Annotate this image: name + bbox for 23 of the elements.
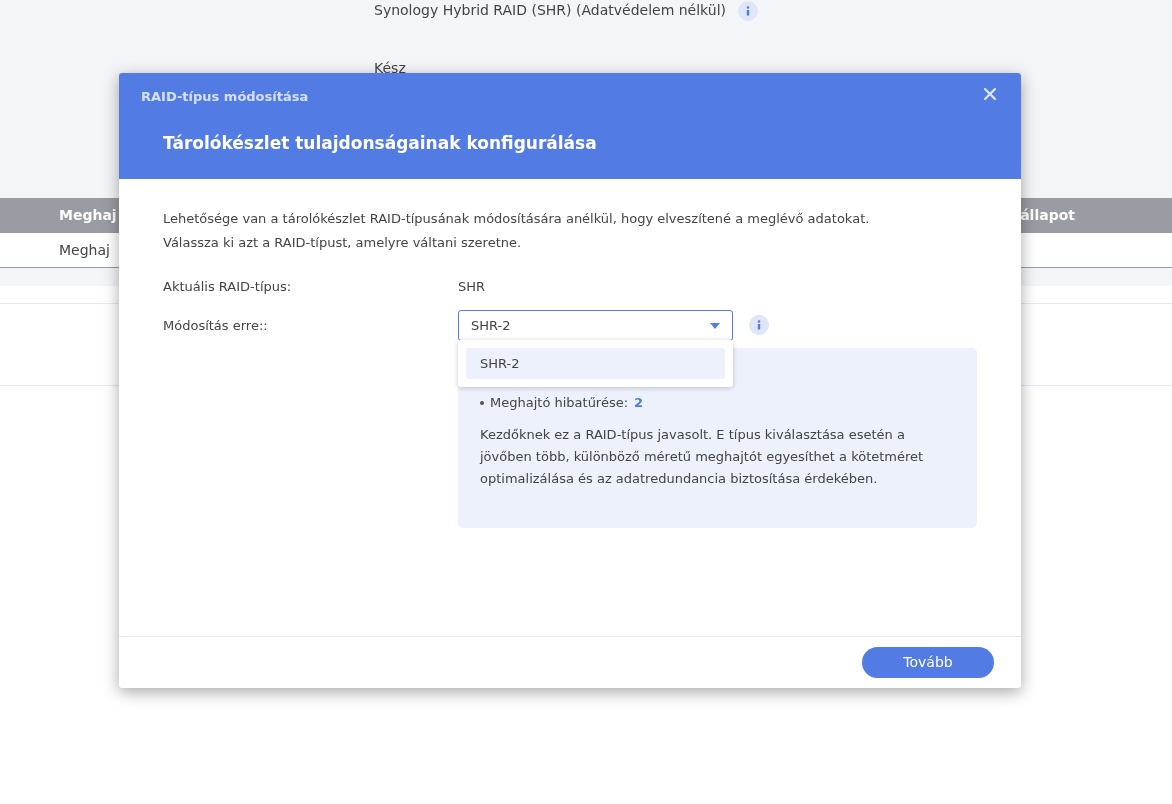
- next-button[interactable]: Tovább: [862, 647, 994, 678]
- field-value: SHR: [458, 278, 486, 297]
- raid-type-text: Synology Hybrid RAID (SHR) (Adatvédelem nélkül): [374, 1, 726, 20]
- description-text: Kezdőknek ez a RAID-típus javasolt. E típus kiválasztása esetén a jövőben több, különböző méretű meghajtót egyesíthet a kötetméret optimalizálása és az adatredundancia biztosítása érdekében.: [480, 426, 925, 488]
- raid-type-select[interactable]: SHR-2: [458, 310, 733, 341]
- column-header: állapot: [1020, 206, 1075, 225]
- fault-tolerance-label: Meghajtó hibatűrése:: [490, 394, 629, 413]
- caret-icon: [710, 322, 720, 329]
- info-icon[interactable]: [738, 0, 758, 21]
- dropdown-option[interactable]: SHR-2: [466, 348, 725, 379]
- intro-text: Válassza ki azt a RAID-típust, amelyre váltani szeretne.: [163, 234, 523, 252]
- table-cell-text: Meghaj: [59, 240, 110, 260]
- field-label: Aktuális RAID-típus:: [163, 278, 293, 297]
- field-label: Módosítás erre::: [163, 316, 269, 335]
- dialog-title: RAID-típus módosítása: [141, 88, 309, 106]
- info-icon[interactable]: [749, 315, 769, 336]
- dialog-heading: Tárolókészlet tulajdonságainak konfigurálása: [163, 131, 598, 155]
- close-icon[interactable]: [983, 87, 997, 101]
- status-text: Kész: [374, 59, 406, 78]
- bullet-icon: [480, 401, 484, 405]
- column-header: Meghaj: [59, 206, 117, 225]
- fault-tolerance-value: 2: [634, 394, 644, 413]
- intro-text: Lehetősége van a tárolókészlet RAID-típusának módosítására anélkül, hogy elveszítené a meglévő adatokat.: [163, 210, 871, 228]
